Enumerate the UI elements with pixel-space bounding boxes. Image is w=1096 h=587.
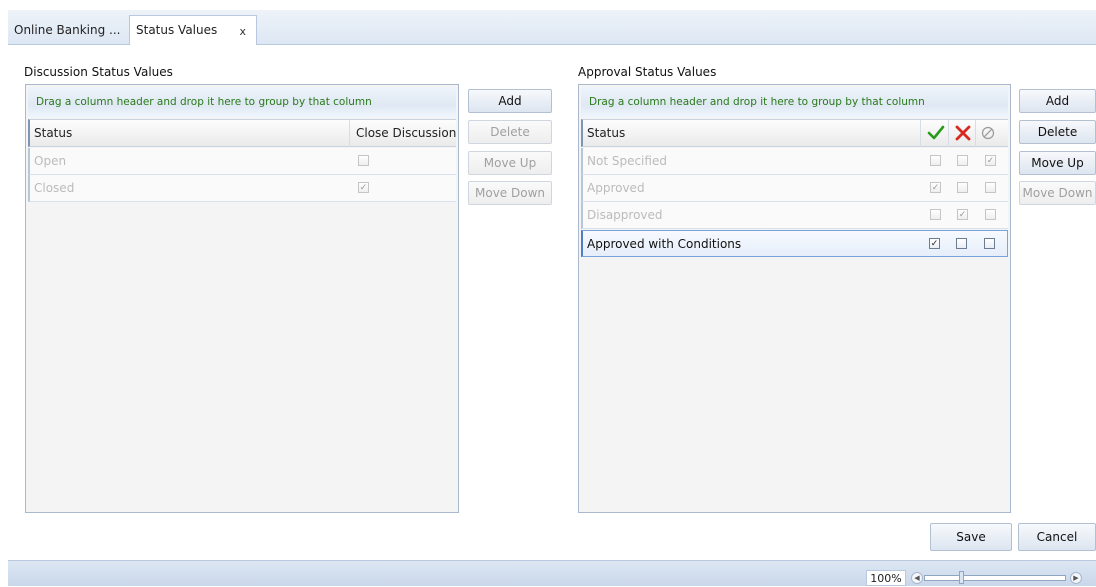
- tab-bar: Online Banking ... Status Values x: [8, 10, 1096, 45]
- zoom-slider-thumb[interactable]: [959, 571, 964, 584]
- column-header-none[interactable]: [977, 120, 1011, 147]
- table-row[interactable]: Approved ✓: [581, 175, 1008, 202]
- zoom-slider[interactable]: [924, 575, 1066, 581]
- discussion-grid: Drag a column header and drop it here to…: [25, 84, 459, 513]
- approve-checkbox[interactable]: ✓: [929, 238, 940, 249]
- status-cell: Open: [34, 154, 67, 168]
- zoom-out-icon[interactable]: ◀: [911, 572, 923, 584]
- status-bar: [8, 560, 1096, 586]
- status-cell: Approved with Conditions: [587, 237, 742, 251]
- delete-button[interactable]: Delete: [1019, 120, 1096, 144]
- move-down-button[interactable]: Move Down: [468, 181, 552, 205]
- none-checkbox[interactable]: [985, 182, 996, 193]
- zoom-level-label: 100%: [866, 570, 906, 586]
- add-button[interactable]: Add: [468, 89, 552, 113]
- table-row[interactable]: Open: [28, 148, 456, 175]
- tab-label: Status Values: [136, 23, 218, 37]
- status-cell: Closed: [34, 181, 75, 195]
- grid-header: Status: [581, 119, 1008, 147]
- tab-status-values[interactable]: Status Values x: [129, 15, 257, 45]
- column-header-approve[interactable]: [923, 120, 949, 147]
- none-checkbox[interactable]: ✓: [985, 155, 996, 166]
- status-cell: Approved: [587, 181, 645, 195]
- grid-header: Status Close Discussion: [28, 119, 456, 147]
- x-icon: [955, 125, 971, 141]
- column-header-status[interactable]: Status: [30, 120, 350, 147]
- table-row[interactable]: Closed ✓: [28, 175, 456, 202]
- move-up-button[interactable]: Move Up: [468, 151, 552, 175]
- disapprove-checkbox[interactable]: [957, 182, 968, 193]
- approve-checkbox[interactable]: ✓: [930, 182, 941, 193]
- check-icon: [927, 125, 945, 140]
- column-header-close-discussion[interactable]: Close Discussion: [352, 120, 458, 147]
- tab-label: Online Banking ...: [14, 23, 121, 37]
- status-cell: Disapproved: [587, 208, 663, 222]
- table-row[interactable]: Not Specified ✓: [581, 148, 1008, 175]
- move-up-button[interactable]: Move Up: [1019, 151, 1096, 175]
- column-header-disapprove[interactable]: [950, 120, 976, 147]
- tab-online-banking[interactable]: Online Banking ...: [8, 17, 126, 43]
- disapprove-checkbox[interactable]: ✓: [957, 209, 968, 220]
- add-button[interactable]: Add: [1019, 89, 1096, 113]
- column-header-status[interactable]: Status: [583, 120, 921, 147]
- none-checkbox[interactable]: [985, 209, 996, 220]
- save-button[interactable]: Save: [930, 523, 1012, 551]
- zoom-in-icon[interactable]: ▶: [1070, 572, 1082, 584]
- close-icon[interactable]: x: [239, 18, 246, 46]
- move-down-button[interactable]: Move Down: [1019, 181, 1096, 205]
- approve-checkbox[interactable]: [930, 209, 941, 220]
- disapprove-checkbox[interactable]: [957, 155, 968, 166]
- close-discussion-checkbox[interactable]: ✓: [358, 182, 369, 193]
- approval-grid: Drag a column header and drop it here to…: [578, 84, 1011, 513]
- none-checkbox[interactable]: [984, 238, 995, 249]
- approve-checkbox[interactable]: [930, 155, 941, 166]
- table-row[interactable]: Disapproved ✓: [581, 202, 1008, 229]
- disapprove-checkbox[interactable]: [956, 238, 967, 249]
- table-row-selected[interactable]: Approved with Conditions ✓: [581, 230, 1008, 257]
- no-entry-circle-icon: [981, 126, 995, 140]
- status-cell: Not Specified: [587, 154, 667, 168]
- group-by-area[interactable]: Drag a column header and drop it here to…: [28, 87, 456, 117]
- close-discussion-checkbox[interactable]: [358, 155, 369, 166]
- cancel-button[interactable]: Cancel: [1018, 523, 1096, 551]
- discussion-title: Discussion Status Values: [24, 65, 173, 79]
- group-by-area[interactable]: Drag a column header and drop it here to…: [581, 87, 1008, 117]
- approval-title: Approval Status Values: [578, 65, 717, 79]
- delete-button[interactable]: Delete: [468, 120, 552, 144]
